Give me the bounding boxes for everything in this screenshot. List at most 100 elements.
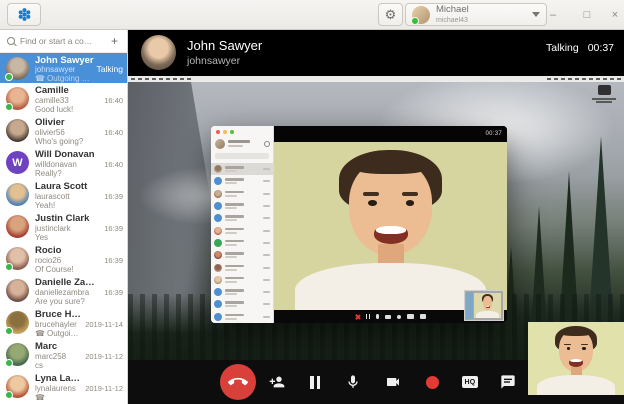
zoom-dot-icon <box>230 130 234 134</box>
contact-row[interactable]: Camillecamille3316:40Good luck! <box>0 83 127 115</box>
remote-menubar <box>128 76 624 82</box>
pause-call-button[interactable] <box>306 373 324 391</box>
contact-avatar <box>6 87 29 110</box>
contact-name: Bruce H… <box>35 309 123 320</box>
maximize-button[interactable]: □ <box>574 0 600 30</box>
remote-contact-avatar <box>214 276 222 284</box>
camera-icon <box>385 374 401 390</box>
remote-menu-items <box>131 78 193 80</box>
contact-row[interactable]: Lyna La…lynalaurens2019-11-12☎ <box>0 371 127 403</box>
contact-name: Danielle Za… <box>35 277 123 288</box>
account-avatar <box>412 6 430 24</box>
online-status-dot <box>5 103 13 111</box>
contact-username: marc258 <box>35 352 66 361</box>
peer-avatar <box>141 35 176 70</box>
contact-time: 2019-11-14 <box>82 320 123 329</box>
remote-desktop-icon-label <box>596 101 612 103</box>
contact-row[interactable]: Marcmarc2582019-11-12cs <box>0 339 127 371</box>
remote-contact-avatar <box>214 214 222 222</box>
remote-contact-avatar <box>214 288 222 296</box>
remote-contact-row <box>211 200 273 212</box>
contact-avatar <box>6 57 29 80</box>
remote-video-area: 00:37 <box>274 126 507 323</box>
contact-name: Olivier <box>35 117 123 128</box>
contact-name: Marc <box>35 341 123 352</box>
remote-contact-avatar <box>214 177 222 185</box>
app-logo-icon <box>17 7 32 22</box>
online-status-dot <box>5 263 13 271</box>
call-header: John Sawyer johnsawyer Talking 00:37 <box>128 30 624 76</box>
contact-username: johnsawyer <box>35 65 75 74</box>
contact-time: 16:40 <box>101 128 123 137</box>
record-icon <box>426 376 439 389</box>
contact-username: laurascott <box>35 192 70 201</box>
contact-name: Lyna La… <box>35 373 123 384</box>
microphone-icon <box>345 374 361 390</box>
remote-contact-avatar <box>214 300 222 308</box>
add-person-icon <box>269 374 285 390</box>
contact-row[interactable]: Olivierolivier5616:40Who's going? <box>0 115 127 147</box>
hangup-button[interactable] <box>220 364 256 400</box>
search-placeholder: Find or start a co… <box>20 36 106 46</box>
toggle-camera-button[interactable] <box>384 373 402 391</box>
contact-name: Laura Scott <box>35 181 123 192</box>
remote-sidebar <box>211 126 274 323</box>
add-participant-button[interactable] <box>268 373 286 391</box>
contact-row[interactable]: John SawyerjohnsawyerTalking☎Outgoing … <box>0 53 127 83</box>
contact-row[interactable]: Rociorocio2616:39Of Course! <box>0 243 127 275</box>
contact-avatar: W <box>6 151 29 174</box>
contact-name: Rocio <box>35 245 123 256</box>
contact-time: 16:39 <box>101 192 123 201</box>
contact-last-message: Are you sure? <box>35 297 123 307</box>
contact-row[interactable]: Bruce H…brucehayler2019-11-14☎Outgoi… <box>0 307 127 339</box>
add-contact-button[interactable]: + <box>111 35 120 47</box>
minimize-button[interactable]: – <box>540 0 566 30</box>
remote-hq-icon <box>407 314 414 319</box>
contact-username: willdonavan <box>35 160 77 169</box>
contact-row[interactable]: Justin Clarkjustinclark16:39Yes <box>0 211 127 243</box>
peer-name: John Sawyer <box>187 38 262 53</box>
app-logo-button[interactable] <box>7 3 41 26</box>
contact-row[interactable]: Danielle Za…daniellezambra16:39Are you s… <box>0 275 127 307</box>
contact-name: Justin Clark <box>35 213 123 224</box>
contact-time: 16:40 <box>101 160 123 169</box>
call-timer: 00:37 <box>588 42 614 54</box>
phone-icon: ☎ <box>35 393 45 402</box>
remote-contact-row <box>211 224 273 236</box>
record-button[interactable] <box>423 373 441 391</box>
remote-peer-video <box>274 142 507 310</box>
contact-time: 16:39 <box>101 224 123 233</box>
remote-peer-face <box>274 142 507 310</box>
peer-username: johnsawyer <box>187 55 240 67</box>
account-menu-button[interactable]: Michael michael43 <box>405 3 547 26</box>
quality-button[interactable]: HQ <box>461 373 479 391</box>
call-area: John Sawyer johnsawyer Talking 00:37 <box>128 30 624 404</box>
remote-self-view <box>464 290 504 321</box>
contact-username: brucehayler <box>35 320 77 329</box>
remote-contact-row <box>211 286 273 298</box>
gear-icon: ⚙ <box>385 8 397 21</box>
remote-status-icons <box>547 78 621 80</box>
search-bar[interactable]: Find or start a co… + <box>0 30 127 53</box>
remote-video-topbar: 00:37 <box>274 126 507 142</box>
contact-row[interactable]: Laura Scottlaurascott16:39Yeah! <box>0 179 127 211</box>
settings-button[interactable]: ⚙ <box>378 3 403 26</box>
remote-call-timer: 00:37 <box>485 131 502 137</box>
remote-profile-row <box>215 137 270 150</box>
account-name: Michael <box>436 5 469 15</box>
phone-icon: ☎ <box>35 74 45 83</box>
phone-icon: ☎ <box>35 329 45 338</box>
contact-row[interactable]: WWill Donavanwilldonavan16:40Really? <box>0 147 127 179</box>
close-button[interactable]: × <box>602 0 624 30</box>
contact-name: Camille <box>35 85 123 96</box>
remote-contact-row <box>211 212 273 224</box>
remote-contact-row <box>211 249 273 261</box>
chat-button[interactable] <box>499 373 517 391</box>
pause-icon <box>310 376 320 389</box>
remote-pause-icon <box>366 314 370 319</box>
remote-contact-avatar <box>214 251 222 259</box>
hangup-icon <box>228 372 248 392</box>
remote-camera-icon <box>385 315 391 319</box>
mute-mic-button[interactable] <box>344 373 362 391</box>
contact-time: 16:39 <box>101 256 123 265</box>
